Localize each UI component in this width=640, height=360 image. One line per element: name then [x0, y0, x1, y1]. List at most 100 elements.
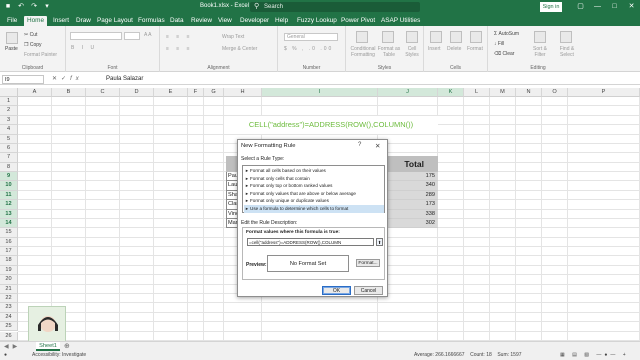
column-header-p[interactable]: P — [568, 88, 640, 97]
rule-type-item[interactable]: ► Format only unique or duplicate values — [244, 197, 384, 205]
cut-button[interactable]: ✂ Cut — [24, 32, 37, 38]
column-header-h[interactable]: H — [224, 88, 262, 97]
cell-styles-icon[interactable] — [406, 31, 418, 43]
search-box[interactable]: ⚲ Search — [250, 2, 420, 12]
column-header-b[interactable]: B — [52, 88, 86, 97]
number-format-combo[interactable]: General — [284, 33, 338, 41]
delete-cells-icon[interactable] — [450, 31, 462, 43]
tab-power-pivot[interactable]: Power Pivot — [338, 16, 378, 26]
tab-fuzzy-lookup[interactable]: Fuzzy Lookup — [294, 16, 340, 26]
tab-formulas[interactable]: Formulas — [135, 16, 168, 26]
row-header-26[interactable]: 26 — [0, 331, 18, 341]
align-buttons-2[interactable]: ≡ ≡ ≡ — [166, 46, 193, 52]
rule-type-item[interactable]: ► Format only top or bottom ranked values — [244, 182, 384, 190]
find-select-button[interactable]: Find & Select — [554, 46, 580, 58]
column-header-a[interactable]: A — [18, 88, 52, 97]
paste-button[interactable]: Paste — [5, 46, 18, 52]
row-header-2[interactable]: 2 — [0, 106, 18, 116]
rule-type-item[interactable]: ► Format all cells based on their values — [244, 167, 384, 175]
sort-filter-button[interactable]: Sort & Filter — [528, 46, 552, 58]
tab-view[interactable]: View — [215, 16, 235, 26]
column-header-i[interactable]: I — [262, 88, 378, 97]
font-size-combo[interactable] — [124, 32, 140, 40]
tab-insert[interactable]: Insert — [50, 16, 72, 26]
insert-button[interactable]: Insert — [428, 46, 441, 52]
row-header-22[interactable]: 22 — [0, 293, 18, 304]
formula-input[interactable]: Paula Salazar — [106, 75, 636, 84]
rule-type-item-selected[interactable]: ► Use a formula to determine which cells … — [244, 205, 384, 213]
cell-styles-button[interactable]: Cell Styles — [402, 46, 422, 58]
sign-in-button[interactable]: Sign in — [540, 2, 562, 12]
paste-icon[interactable] — [6, 32, 18, 44]
tab-file[interactable]: File — [4, 16, 20, 26]
rule-formula-input[interactable]: =cell("address")=ADDRESS(ROW(),COLUMN — [247, 238, 374, 246]
tab-home[interactable]: Home — [24, 16, 48, 26]
close-icon[interactable]: ✕ — [375, 142, 380, 150]
row-header-11[interactable]: 11 — [0, 190, 18, 201]
row-header-16[interactable]: 16 — [0, 237, 18, 248]
copy-button[interactable]: ❐ Copy — [24, 42, 42, 48]
row-header-9[interactable]: 9 — [0, 172, 18, 182]
format-button[interactable]: Format — [467, 46, 483, 52]
tab-review[interactable]: Review — [188, 16, 215, 26]
tab-asap-utilities[interactable]: ASAP Utilities — [378, 16, 423, 26]
format-painter-button[interactable]: Format Painter — [24, 52, 57, 58]
align-buttons[interactable]: ≡ ≡ ≡ — [166, 34, 193, 40]
row-header-19[interactable]: 19 — [0, 265, 18, 276]
font-size-icons[interactable]: A A — [144, 32, 152, 38]
column-header-n[interactable]: N — [516, 88, 542, 97]
column-header-d[interactable]: D — [120, 88, 154, 97]
row-header-13[interactable]: 13 — [0, 209, 18, 219]
format-as-table-icon[interactable] — [382, 31, 394, 43]
column-header-c[interactable]: C — [86, 88, 120, 97]
format-cells-icon[interactable] — [470, 31, 482, 43]
number-format-buttons[interactable]: $ % , .0 .00 — [284, 46, 333, 52]
merge-center-button[interactable]: Merge & Center — [222, 46, 257, 52]
clear-button[interactable]: ⌫ Clear — [494, 51, 514, 57]
row-header-3[interactable]: 3 — [0, 115, 18, 126]
column-header-l[interactable]: L — [464, 88, 490, 97]
row-header-23[interactable]: 23 — [0, 303, 18, 313]
save-icon[interactable]: ■ — [4, 3, 12, 11]
cancel-button[interactable]: Cancel — [354, 286, 383, 295]
row-header-20[interactable]: 20 — [0, 275, 18, 285]
maximize-icon[interactable]: □ — [606, 1, 623, 13]
formula-bar-icons[interactable]: ✕✓fx — [52, 75, 83, 82]
row-header-25[interactable]: 25 — [0, 322, 18, 332]
row-header-7[interactable]: 7 — [0, 153, 18, 163]
column-header-m[interactable]: M — [490, 88, 516, 97]
tab-help[interactable]: Help — [272, 16, 291, 26]
column-header-o[interactable]: O — [542, 88, 568, 97]
ribbon-display-icon[interactable]: ▢ — [572, 1, 589, 13]
row-header-15[interactable]: 15 — [0, 228, 18, 238]
minimize-icon[interactable]: — — [589, 1, 606, 13]
close-icon[interactable]: ✕ — [623, 1, 640, 13]
column-header-j[interactable]: J — [378, 88, 438, 97]
row-header-10[interactable]: 10 — [0, 181, 18, 191]
font-style-buttons[interactable]: B I U — [71, 45, 97, 51]
row-header-4[interactable]: 4 — [0, 125, 18, 135]
sort-filter-icon[interactable] — [534, 31, 546, 43]
format-settings-button[interactable]: Format... — [356, 259, 380, 267]
fill-button[interactable]: ↓ Fill — [494, 41, 504, 47]
wrap-text-button[interactable]: Wrap Text — [222, 34, 244, 40]
conditional-formatting-icon[interactable] — [356, 31, 368, 43]
row-header-6[interactable]: 6 — [0, 143, 18, 154]
column-header-g[interactable]: G — [204, 88, 224, 97]
insert-cells-icon[interactable] — [430, 31, 442, 43]
row-header-14[interactable]: 14 — [0, 218, 18, 229]
tab-draw[interactable]: Draw — [73, 16, 94, 26]
delete-button[interactable]: Delete — [447, 46, 461, 52]
row-header-8[interactable]: 8 — [0, 162, 18, 173]
view-buttons[interactable]: ▦ ▤ ▧ —●— + — [560, 351, 629, 360]
name-box[interactable]: I9 — [2, 75, 44, 84]
tab-developer[interactable]: Developer — [237, 16, 272, 26]
accessibility-status[interactable]: Accessibility: Investigate — [32, 351, 86, 360]
format-as-table-button[interactable]: Format as Table — [377, 46, 401, 58]
ok-button[interactable]: OK — [322, 286, 351, 295]
column-header-f[interactable]: F — [188, 88, 204, 97]
collapse-dialog-icon[interactable]: ⬆ — [376, 238, 383, 246]
find-select-icon[interactable] — [560, 31, 572, 43]
conditional-formatting-button[interactable]: Conditional Formatting — [348, 46, 378, 58]
add-sheet-icon[interactable]: ⊕ — [64, 342, 70, 350]
